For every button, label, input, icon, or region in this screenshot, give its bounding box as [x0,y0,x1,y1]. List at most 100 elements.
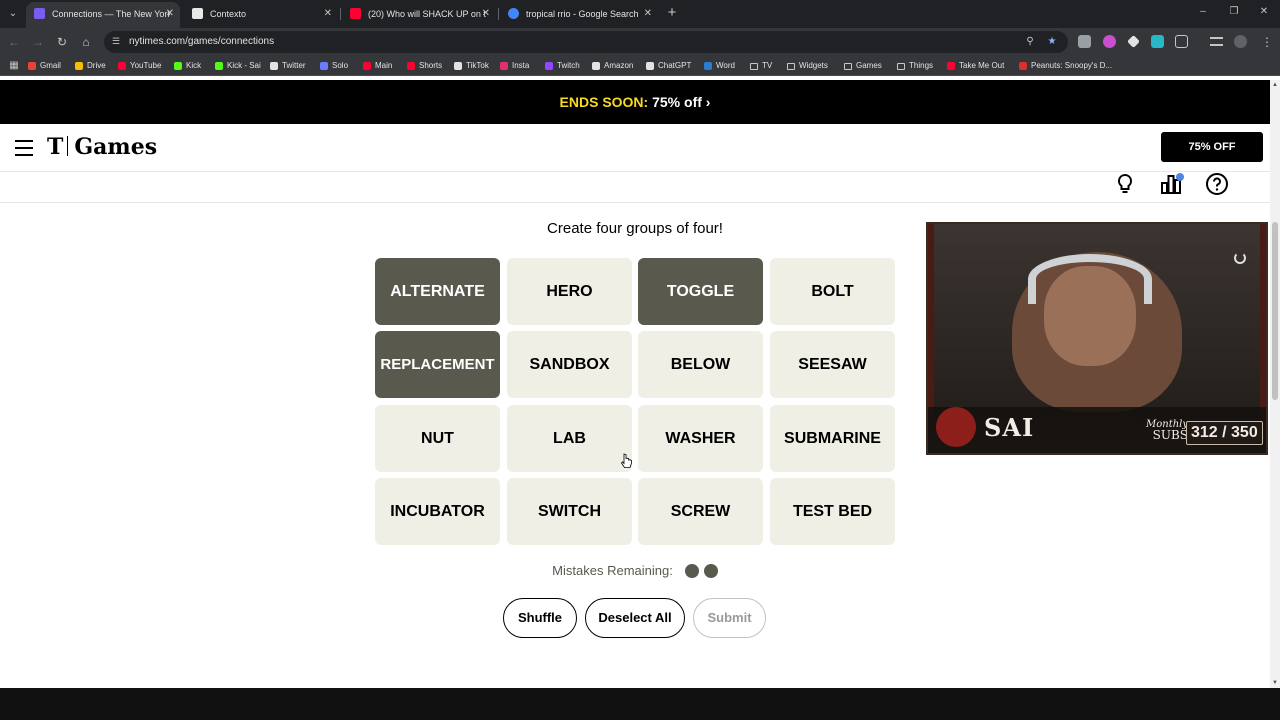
bookmark-amazon[interactable]: Amazon [592,60,633,72]
bookmark-favicon-icon [947,62,955,70]
bookmark-label: Word [716,61,735,70]
close-tab-icon[interactable]: ✕ [166,2,174,26]
word-tile[interactable]: SEESAW [770,331,895,398]
close-tab-icon[interactable]: ✕ [482,2,490,26]
reload-icon[interactable]: ↻ [54,34,70,50]
site-info-icon[interactable]: ☰ [112,36,123,47]
extensions-puzzle-icon[interactable] [1175,35,1188,48]
close-tab-icon[interactable]: ✕ [324,2,332,26]
minimize-icon[interactable]: – [1196,6,1210,17]
bookmark-favicon-icon [174,62,182,70]
mistake-dot [703,564,718,578]
nyt-games-logo[interactable]: T Games [47,134,157,160]
bookmark-favicon-icon [270,62,278,70]
back-arrow-icon[interactable]: ← [6,34,22,50]
bookmark-tv[interactable]: TV [750,60,772,72]
home-icon[interactable]: ⌂ [78,34,94,50]
profile-avatar-icon[interactable] [1234,35,1247,48]
word-tile[interactable]: TOGGLE [638,258,763,325]
forward-arrow-icon[interactable]: → [30,34,46,50]
tab-search-icon[interactable]: ⌄ [5,6,21,22]
bookmark-things[interactable]: Things [897,60,933,72]
new-tab-plus-icon[interactable]: + [664,5,680,21]
page-scrollbar[interactable]: ▲ ▼ [1270,80,1280,688]
tab-youtube[interactable]: (20) Who will SHACK UP on the ✕ [342,2,496,28]
restore-icon[interactable]: ❐ [1227,6,1241,17]
bookmark-widgets[interactable]: Widgets [787,60,828,72]
bookmark-main[interactable]: Main [363,60,392,72]
word-tile[interactable]: WASHER [638,405,763,472]
url-text[interactable]: nytimes.com/games/connections [129,36,274,47]
browser-menu-icon[interactable]: ⋮ [1259,34,1275,50]
word-tile[interactable]: SANDBOX [507,331,632,398]
bookmark-youtube[interactable]: YouTube [118,60,161,72]
extension-icon[interactable] [1127,35,1140,48]
scroll-thumb[interactable] [1272,222,1278,400]
folder-icon [897,63,905,70]
extension-icon[interactable] [1103,35,1116,48]
mistakes-label: Mistakes Remaining: [552,563,673,578]
bookmark-label: Drive [87,61,106,70]
tab-contexto[interactable]: Contexto ✕ [184,2,338,28]
tab-google-search[interactable]: tropical rrio - Google Search ✕ [500,2,658,28]
bookmark-favicon-icon [215,62,223,70]
scroll-up-arrow-icon[interactable]: ▲ [1270,80,1280,90]
loading-spinner-icon [1234,252,1246,264]
bookmark-kick-sai[interactable]: Kick - Sai [215,60,261,72]
bookmark-twitch[interactable]: Twitch [545,60,580,72]
word-tile[interactable]: TEST BED [770,478,895,545]
word-tile[interactable]: BELOW [638,331,763,398]
deselect-all-button[interactable]: Deselect All [585,598,685,638]
submit-button[interactable]: Submit [693,598,766,638]
promo-banner[interactable]: ENDS SOON: 75% off › [0,80,1270,124]
apps-grid-icon[interactable]: ▦ [6,58,22,74]
close-window-icon[interactable]: ✕ [1257,6,1271,17]
hint-lightbulb-icon[interactable] [1113,172,1137,196]
shuffle-button[interactable]: Shuffle [503,598,577,638]
bookmark-favicon-icon [75,62,83,70]
bookmark-word[interactable]: Word [704,60,735,72]
word-tile[interactable]: BOLT [770,258,895,325]
hamburger-menu-icon[interactable] [15,140,33,156]
bookmark-kick[interactable]: Kick [174,60,201,72]
bookmark-label: Games [856,61,882,70]
bookmark-take-me-out[interactable]: Take Me Out [947,60,1004,72]
bookmark-label: Insta [512,61,530,70]
promo-banner-offer: 75% off [652,94,702,110]
bookmark-chatgpt[interactable]: ChatGPT [646,60,691,72]
word-tile[interactable]: HERO [507,258,632,325]
bookmark-insta[interactable]: Insta [500,60,529,72]
word-tile[interactable]: SCREW [638,478,763,545]
subscribe-offer-button[interactable]: 75% OFF [1161,132,1263,162]
word-tile[interactable]: NUT [375,405,500,472]
bookmark-solo[interactable]: Solo [320,60,348,72]
folder-icon [787,63,795,70]
bookmark-shorts[interactable]: Shorts [407,60,442,72]
word-tile[interactable]: SWITCH [507,478,632,545]
extension-icon[interactable] [1151,35,1164,48]
bookmark-peanuts-snoopy-s-d[interactable]: Peanuts: Snoopy's D... [1019,60,1112,72]
bookmark-tiktok[interactable]: TikTok [454,60,489,72]
word-tile[interactable]: LAB [507,405,632,472]
bookmark-drive[interactable]: Drive [75,60,106,72]
word-tile[interactable]: INCUBATOR [375,478,500,545]
youtube-favicon-icon [350,8,361,19]
word-tile[interactable]: SUBMARINE [770,405,895,472]
bookmark-twitter[interactable]: Twitter [270,60,306,72]
word-tile[interactable]: REPLACEMENT [375,331,500,398]
bookmark-gmail[interactable]: Gmail [28,60,61,72]
tab-connections[interactable]: Connections — The New York T ✕ [26,2,180,28]
bookmark-label: Take Me Out [959,61,1005,70]
zoom-magnifier-icon[interactable]: ⚲ [1024,36,1036,48]
address-bar[interactable]: ☰ nytimes.com/games/connections ⚲ ★ [104,31,1068,53]
scroll-down-arrow-icon[interactable]: ▼ [1270,678,1280,688]
word-tile[interactable]: ALTERNATE [375,258,500,325]
bookmark-label: Amazon [604,61,634,70]
extension-icon[interactable] [1078,35,1091,48]
close-tab-icon[interactable]: ✕ [644,2,652,26]
promo-banner-ends-soon: ENDS SOON: [559,94,649,110]
bookmark-star-icon[interactable]: ★ [1046,36,1058,48]
help-question-icon[interactable] [1205,172,1229,196]
media-controls-icon[interactable] [1210,37,1223,46]
bookmark-games[interactable]: Games [844,60,882,72]
